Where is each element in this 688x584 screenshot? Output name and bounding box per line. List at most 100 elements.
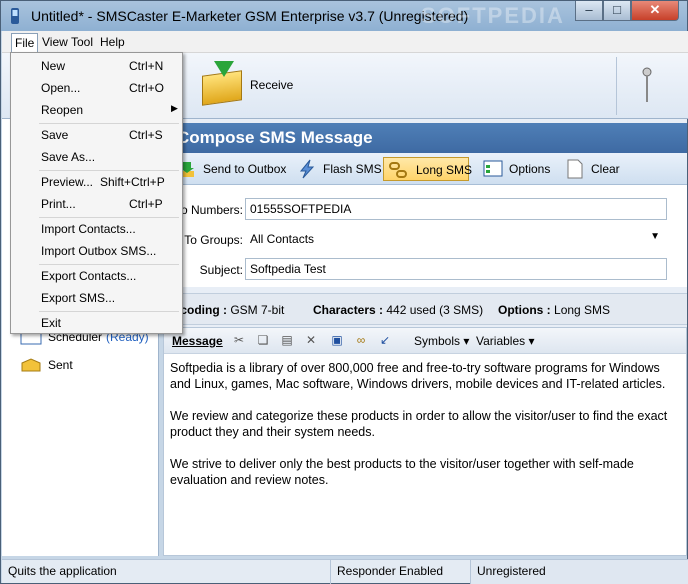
link-icon	[389, 162, 407, 178]
menu-separator	[39, 123, 179, 124]
recipient-form: To Numbers: 01555SOFTPEDIA To Groups: Al…	[163, 185, 687, 287]
menu-item-label: Reopen	[41, 103, 84, 117]
compose-panel: Compose SMS Message Send to Outbox Flash…	[163, 119, 687, 556]
menu-item-new[interactable]: New Ctrl+N	[13, 56, 180, 78]
variables-label: Variables	[476, 334, 526, 348]
symbols-dropdown[interactable]: Symbols ▾	[414, 334, 469, 348]
menu-item-label: Open...	[41, 81, 81, 95]
long-sms-button[interactable]: Long SMS	[383, 157, 473, 181]
menu-item-label: Export Contacts...	[41, 269, 137, 283]
app-window: Untitled* - SMSCaster E-Marketer GSM Ent…	[0, 0, 688, 584]
minimize-button[interactable]: –	[575, 1, 603, 21]
options-button[interactable]: Options	[483, 157, 553, 181]
compose-heading: Compose SMS Message	[163, 123, 687, 153]
menu-tool[interactable]: Tool	[69, 34, 95, 50]
delete-icon[interactable]: ✕	[304, 333, 318, 347]
menu-item-shortcut: Shift+Ctrl+P	[100, 175, 165, 189]
flash-sms-label: Flash SMS	[323, 162, 382, 176]
menu-separator	[39, 264, 179, 265]
characters-value: 442 used (3 SMS)	[386, 303, 484, 317]
nav-sent[interactable]: Sent	[20, 355, 160, 375]
blank-page-icon	[567, 159, 583, 179]
status-bar: Quits the application Responder Enabled …	[2, 559, 688, 584]
menu-item-preview[interactable]: Preview... Shift+Ctrl+P	[13, 172, 180, 194]
menu-separator	[39, 311, 179, 312]
menu-item-import-contacts[interactable]: Import Contacts...	[13, 219, 180, 241]
menu-item-label: Export SMS...	[41, 291, 116, 305]
receive-label: Receive	[250, 78, 294, 92]
menu-item-shortcut: Ctrl+O	[129, 81, 165, 95]
compose-actions: Send to Outbox Flash SMS Long SMS Option…	[163, 153, 687, 185]
menu-item-open[interactable]: Open... Ctrl+O	[13, 78, 180, 100]
options-info-value: Long SMS	[554, 303, 611, 317]
flash-sms-button[interactable]: Flash SMS	[297, 157, 382, 181]
select-all-icon[interactable]: ▣	[330, 333, 344, 347]
options-label: Options	[509, 162, 551, 176]
submenu-arrow-icon: ▶	[171, 103, 178, 113]
registration-status: Unregistered	[470, 560, 688, 584]
menu-item-label: Save	[41, 128, 69, 142]
menu-item-label: Exit	[41, 316, 62, 330]
menu-item-exit[interactable]: Exit	[13, 313, 180, 335]
sent-box-icon	[21, 358, 41, 372]
menu-item-label: Preview...	[41, 175, 94, 189]
chevron-down-icon: ▾	[463, 334, 470, 348]
menu-help[interactable]: Help	[98, 34, 127, 50]
subject-input[interactable]: Softpedia Test	[245, 258, 667, 280]
long-sms-icon[interactable]: ∞	[354, 333, 368, 347]
chevron-down-icon: ▾	[528, 334, 535, 348]
app-icon	[11, 8, 19, 24]
window-title: Untitled* - SMSCaster E-Marketer GSM Ent…	[31, 8, 469, 24]
cut-icon[interactable]: ✂	[232, 333, 246, 347]
menu-item-label: Import Outbox SMS...	[41, 244, 157, 258]
clear-label: Clear	[591, 162, 620, 176]
menu-item-label: New	[41, 59, 66, 73]
paste-icon[interactable]: ▤	[280, 333, 294, 347]
message-text-area[interactable]: Softpedia is a library of over 800,000 f…	[170, 360, 670, 488]
nav-sent-label: Sent	[48, 358, 73, 372]
menu-item-label: Import Contacts...	[41, 222, 136, 236]
menu-item-shortcut: Ctrl+N	[129, 59, 164, 73]
menu-item-save[interactable]: Save Ctrl+S	[13, 125, 180, 147]
chevron-down-icon[interactable]: ▼	[650, 231, 660, 242]
to-numbers-input[interactable]: 01555SOFTPEDIA	[245, 198, 667, 220]
menu-item-reopen[interactable]: Reopen ▶	[13, 100, 180, 122]
menu-view[interactable]: View	[40, 34, 70, 50]
status-hint: Quits the application	[8, 564, 117, 578]
menu-separator	[39, 217, 179, 218]
insert-icon[interactable]: ↙	[378, 333, 392, 347]
maximize-button[interactable]: □	[603, 1, 631, 21]
receive-button[interactable]: Receive	[202, 61, 312, 109]
menu-file[interactable]: File	[11, 33, 39, 53]
menu-item-label: Print...	[41, 197, 76, 211]
message-editor: Message ✂ ❏ ▤ ✕ ▣ ∞ ↙ Symbols ▾ Variable…	[163, 327, 687, 556]
message-toolbar: Message ✂ ❏ ▤ ✕ ▣ ∞ ↙ Symbols ▾ Variable…	[164, 328, 686, 354]
send-to-outbox-button[interactable]: Send to Outbox	[177, 157, 286, 181]
menu-separator	[39, 170, 179, 171]
menu-item-export-contacts[interactable]: Export Contacts...	[13, 266, 180, 288]
flash-icon	[299, 159, 315, 179]
to-groups-select[interactable]: All Contacts ▼	[245, 228, 667, 250]
menu-item-shortcut: Ctrl+P	[129, 197, 163, 211]
watermark: SOFTPEDIA	[421, 3, 565, 28]
copy-icon[interactable]: ❏	[256, 333, 270, 347]
menu-bar: File View Tool Help	[2, 31, 688, 53]
menu-item-save-as[interactable]: Save As...	[13, 147, 180, 169]
menu-item-label: Save As...	[41, 150, 96, 164]
encoding-value: GSM 7-bit	[230, 303, 285, 317]
characters-label: Characters :	[313, 303, 384, 317]
down-arrow-icon	[214, 61, 234, 77]
to-groups-value: All Contacts	[250, 232, 315, 246]
menu-item-export-sms[interactable]: Export SMS...	[13, 288, 180, 310]
close-button[interactable]: ✕	[631, 1, 679, 21]
menu-item-print[interactable]: Print... Ctrl+P	[13, 194, 180, 216]
variables-dropdown[interactable]: Variables ▾	[476, 334, 535, 348]
options-info-label: Options :	[498, 303, 551, 317]
clear-button[interactable]: Clear	[565, 157, 625, 181]
menu-item-import-outbox[interactable]: Import Outbox SMS...	[13, 241, 180, 263]
pin-icon[interactable]	[642, 67, 652, 103]
menu-item-shortcut: Ctrl+S	[129, 128, 163, 142]
options-icon	[483, 160, 503, 177]
long-sms-label: Long SMS	[416, 163, 473, 177]
title-bar[interactable]: Untitled* - SMSCaster E-Marketer GSM Ent…	[1, 1, 687, 31]
